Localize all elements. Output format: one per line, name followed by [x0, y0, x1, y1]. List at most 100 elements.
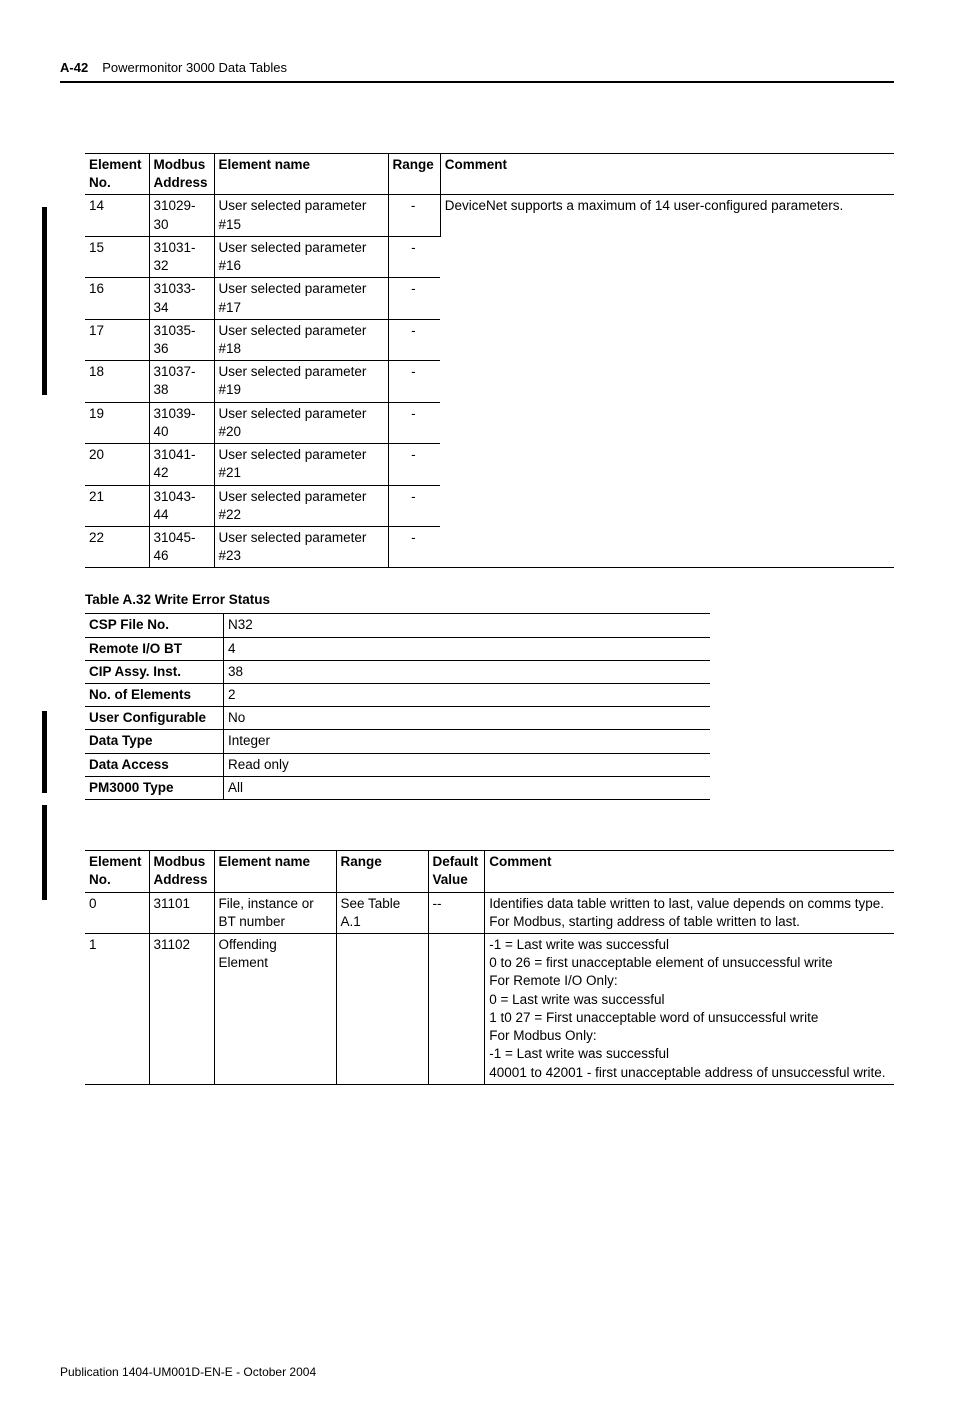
cell-range: -: [388, 278, 440, 319]
kv-value: N32: [224, 614, 711, 637]
table-1: Element No. Modbus Address Element name …: [85, 153, 894, 568]
cell-range: -: [388, 526, 440, 567]
kv-row: CSP File No.N32: [85, 614, 710, 637]
cell-modbus-address: 31033-34: [149, 278, 214, 319]
kv-key: CIP Assy. Inst.: [85, 660, 224, 683]
cell-range: -: [388, 236, 440, 277]
kv-key: Remote I/O BT: [85, 637, 224, 660]
cell-element-no: 0: [85, 892, 149, 933]
kv-value: No: [224, 707, 711, 730]
kv-key: CSP File No.: [85, 614, 224, 637]
cell-element-no: 18: [85, 361, 149, 402]
cell-range: -: [388, 361, 440, 402]
cell-element-name: User selected parameter #17: [214, 278, 388, 319]
col-comment: Comment: [485, 851, 894, 892]
cell-element-no: 19: [85, 402, 149, 443]
col-element-no: Element No.: [85, 154, 149, 195]
cell-default-value: [428, 934, 485, 1084]
table-row: 031101File, instance or BT numberSee Tab…: [85, 892, 894, 933]
cell-range: -: [388, 319, 440, 360]
cell-element-name: User selected parameter #15: [214, 195, 388, 236]
cell-element-name: User selected parameter #16: [214, 236, 388, 277]
table-row: 131102Offending Element -1 = Last write w…: [85, 934, 894, 1084]
cell-modbus-address: 31101: [149, 892, 214, 933]
cell-comment: -1 = Last write was successful0 to 26 = …: [485, 934, 894, 1084]
cell-modbus-address: 31045-46: [149, 526, 214, 567]
change-bar: [42, 207, 47, 395]
cell-element-name: File, instance or BT number: [214, 892, 336, 933]
header-rule: [60, 81, 894, 83]
col-modbus-address: Modbus Address: [149, 154, 214, 195]
cell-range: -: [388, 402, 440, 443]
kv-row: Data TypeInteger: [85, 730, 710, 753]
cell-element-name: Offending Element: [214, 934, 336, 1084]
cell-modbus-address: 31031-32: [149, 236, 214, 277]
publication-info: Publication 1404-UM001D-EN-E - October 2…: [60, 1365, 894, 1379]
kv-row: PM3000 TypeAll: [85, 776, 710, 799]
page-header: A-42 Powermonitor 3000 Data Tables: [60, 60, 894, 75]
cell-element-no: 15: [85, 236, 149, 277]
cell-element-name: User selected parameter #21: [214, 444, 388, 485]
cell-comment: Identifies data table written to last, v…: [485, 892, 894, 933]
kv-key: Data Access: [85, 753, 224, 776]
col-element-name: Element name: [214, 851, 336, 892]
kv-key: No. of Elements: [85, 684, 224, 707]
cell-element-no: 16: [85, 278, 149, 319]
kv-value: Integer: [224, 730, 711, 753]
table-2: CSP File No.N32Remote I/O BT4CIP Assy. I…: [85, 613, 710, 800]
cell-default-value: --: [428, 892, 485, 933]
cell-modbus-address: 31102: [149, 934, 214, 1084]
cell-modbus-address: 31029-30: [149, 195, 214, 236]
cell-modbus-address: 31037-38: [149, 361, 214, 402]
cell-range: -: [388, 444, 440, 485]
table-row: 1431029-30User selected parameter #15-De…: [85, 195, 894, 236]
change-bar: [42, 805, 47, 900]
kv-row: Remote I/O BT4: [85, 637, 710, 660]
col-element-name: Element name: [214, 154, 388, 195]
table-2-title: Table A.32 Write Error Status: [85, 592, 894, 607]
kv-key: User Configurable: [85, 707, 224, 730]
cell-element-no: 1: [85, 934, 149, 1084]
section-title: Powermonitor 3000 Data Tables: [102, 60, 287, 75]
kv-value: All: [224, 776, 711, 799]
kv-key: Data Type: [85, 730, 224, 753]
cell-element-no: 14: [85, 195, 149, 236]
kv-row: CIP Assy. Inst.38: [85, 660, 710, 683]
change-bar: [42, 711, 47, 793]
cell-range: [336, 934, 428, 1084]
cell-modbus-address: 31043-44: [149, 485, 214, 526]
kv-value: 4: [224, 637, 711, 660]
cell-comment: DeviceNet supports a maximum of 14 user-…: [440, 195, 894, 567]
cell-element-no: 21: [85, 485, 149, 526]
cell-element-no: 17: [85, 319, 149, 360]
table-header-row: Element No. Modbus Address Element name …: [85, 154, 894, 195]
page-number: A-42: [60, 60, 88, 75]
kv-key: PM3000 Type: [85, 776, 224, 799]
col-modbus-address: Modbus Address: [149, 851, 214, 892]
cell-modbus-address: 31035-36: [149, 319, 214, 360]
cell-element-name: User selected parameter #20: [214, 402, 388, 443]
kv-row: User ConfigurableNo: [85, 707, 710, 730]
cell-range: -: [388, 195, 440, 236]
col-comment: Comment: [440, 154, 894, 195]
cell-element-name: User selected parameter #18: [214, 319, 388, 360]
cell-element-no: 22: [85, 526, 149, 567]
cell-modbus-address: 31039-40: [149, 402, 214, 443]
kv-value: Read only: [224, 753, 711, 776]
col-element-no: Element No.: [85, 851, 149, 892]
table-3: Element No. Modbus Address Element name …: [85, 850, 894, 1085]
kv-value: 38: [224, 660, 711, 683]
col-default-value: Default Value: [428, 851, 485, 892]
cell-modbus-address: 31041-42: [149, 444, 214, 485]
kv-row: Data AccessRead only: [85, 753, 710, 776]
kv-value: 2: [224, 684, 711, 707]
cell-range: -: [388, 485, 440, 526]
col-range: Range: [388, 154, 440, 195]
col-range: Range: [336, 851, 428, 892]
cell-range: See Table A.1: [336, 892, 428, 933]
cell-element-name: User selected parameter #22: [214, 485, 388, 526]
cell-element-name: User selected parameter #19: [214, 361, 388, 402]
table-header-row: Element No. Modbus Address Element name …: [85, 851, 894, 892]
cell-element-no: 20: [85, 444, 149, 485]
cell-element-name: User selected parameter #23: [214, 526, 388, 567]
